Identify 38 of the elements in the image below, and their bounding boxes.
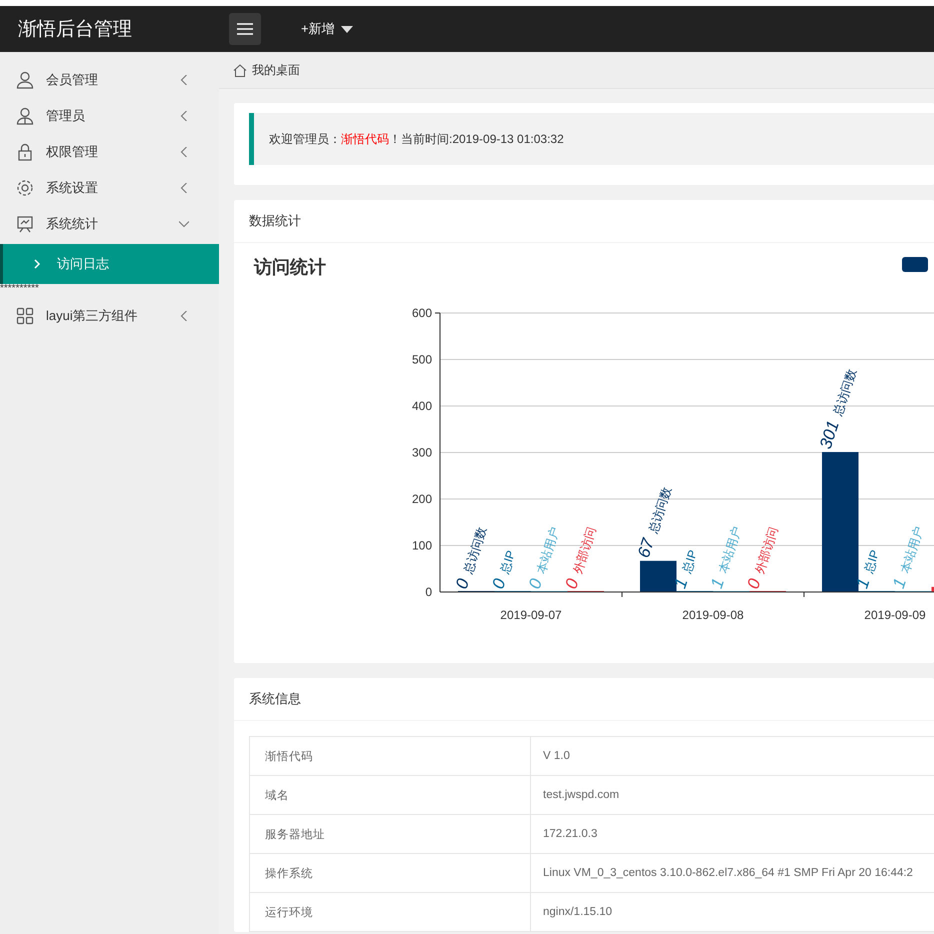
data-label: 1本站用户	[888, 524, 926, 591]
axis-category-label: 2019-09-07	[500, 608, 562, 622]
table-cell: 域名	[250, 776, 530, 814]
welcome-message: 欢迎管理员：渐悟代码！当前时间:2019-09-13 01:03:32	[249, 113, 934, 165]
data-label: 0本站用户	[524, 525, 562, 592]
axis-category-label: 2019-09-08	[682, 608, 744, 622]
axis-tick-label: 400	[412, 399, 432, 413]
menu-label: 权限管理	[46, 143, 99, 161]
axis-tick-label: 600	[412, 306, 432, 320]
menu-label: 系统统计	[46, 215, 99, 233]
axis-category-label: 2019-09-09	[864, 608, 926, 622]
submenu-label: 访问日志	[57, 255, 109, 273]
data-label: 1总IP	[852, 548, 882, 591]
axis-tick-label: 200	[412, 492, 432, 506]
menu-label: 管理员	[46, 107, 86, 125]
data-label: 301总访问数	[816, 367, 859, 452]
chart-title: 访问统计	[254, 257, 326, 277]
axis-tick-label: 0	[425, 585, 432, 599]
sidebar-text: **********	[0, 284, 40, 296]
table-cell: 渐悟代码	[250, 736, 530, 776]
app-title: 渐悟后台管理	[17, 18, 133, 42]
table-cell: 操作系统	[250, 854, 530, 892]
data-label: 1本站用户	[706, 524, 744, 591]
data-label: 0外部访问	[561, 525, 599, 592]
axis-tick-label: 500	[412, 352, 432, 366]
axis-tick-label: 100	[412, 538, 432, 552]
card-title: 数据统计	[234, 200, 934, 243]
table-cell: 服务器地址	[250, 814, 530, 854]
table-cell: V 1.0	[530, 736, 934, 776]
data-label: 0总访问数	[452, 525, 490, 592]
menu-label: layui第三方组件	[46, 307, 139, 325]
data-label: 0外部访问	[743, 525, 781, 592]
menu-label: 会员管理	[46, 71, 99, 89]
data-label: 0总IP	[488, 548, 518, 592]
card-title: 系统信息	[234, 678, 934, 721]
menu-label: 系统设置	[46, 179, 99, 197]
table-cell: 运行环境	[250, 892, 530, 932]
axis-tick-label: 300	[412, 446, 432, 460]
